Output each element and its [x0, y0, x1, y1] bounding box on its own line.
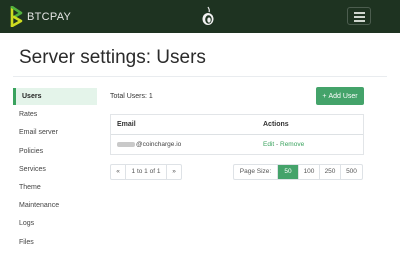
page-size-label: Page Size: [234, 165, 278, 179]
title-divider [13, 76, 387, 77]
brand-logo[interactable]: BTCPAY [10, 6, 71, 27]
page-size-selector: Page Size: 50 100 250 500 [233, 164, 363, 180]
total-users-count: Total Users: 1 [110, 93, 153, 100]
table-row: @coincharge.io Edit - Remove [111, 135, 363, 154]
page-title: Server settings: Users [19, 47, 206, 68]
sidebar-item-theme[interactable]: Theme [13, 179, 97, 196]
sidebar-item-logs[interactable]: Logs [13, 215, 97, 232]
action-separator: - [276, 141, 279, 148]
user-email-cell: @coincharge.io [111, 141, 257, 148]
page-size-50[interactable]: 50 [278, 165, 299, 179]
top-navbar: BTCPAY [0, 0, 400, 33]
page-size-100[interactable]: 100 [299, 165, 320, 179]
pagination: « 1 to 1 of 1 » [110, 164, 182, 180]
brand-name: BTCPAY [27, 10, 72, 23]
sidebar-item-rates[interactable]: Rates [13, 106, 97, 123]
redacted-email-prefix [117, 141, 135, 147]
sidebar-item-files[interactable]: Files [13, 234, 97, 251]
btcpay-logo-icon [10, 6, 23, 27]
add-user-button[interactable]: + Add User [316, 87, 364, 105]
user-email-domain: @coincharge.io [136, 141, 182, 148]
users-table: Email Actions @coincharge.io Edit - Remo… [110, 114, 364, 155]
edit-user-link[interactable]: Edit [263, 141, 274, 148]
sidebar-item-services[interactable]: Services [13, 161, 97, 178]
sidebar-item-email-server[interactable]: Email server [13, 124, 97, 141]
page-size-500[interactable]: 500 [341, 165, 362, 179]
plus-icon: + [322, 92, 327, 100]
remove-user-link[interactable]: Remove [280, 141, 304, 148]
previous-page-button[interactable]: « [111, 165, 126, 179]
settings-sidebar: Users Rates Email server Policies Servic… [13, 88, 97, 252]
menu-bar [354, 20, 365, 22]
page-size-250[interactable]: 250 [320, 165, 341, 179]
actions-column-header: Actions [263, 121, 289, 128]
pagination-info: 1 to 1 of 1 [126, 165, 167, 179]
tor-onion-icon[interactable] [201, 6, 215, 26]
sidebar-item-policies[interactable]: Policies [13, 143, 97, 160]
menu-bar [354, 12, 365, 14]
add-user-label: Add User [328, 92, 358, 100]
next-page-button[interactable]: » [167, 165, 181, 179]
table-header: Email Actions [111, 115, 363, 135]
user-actions-cell: Edit - Remove [257, 141, 363, 148]
hamburger-menu-icon[interactable] [347, 7, 371, 25]
sidebar-item-users[interactable]: Users [13, 88, 97, 105]
sidebar-item-maintenance[interactable]: Maintenance [13, 197, 97, 214]
email-column-header: Email [117, 121, 136, 128]
menu-bar [354, 16, 365, 18]
